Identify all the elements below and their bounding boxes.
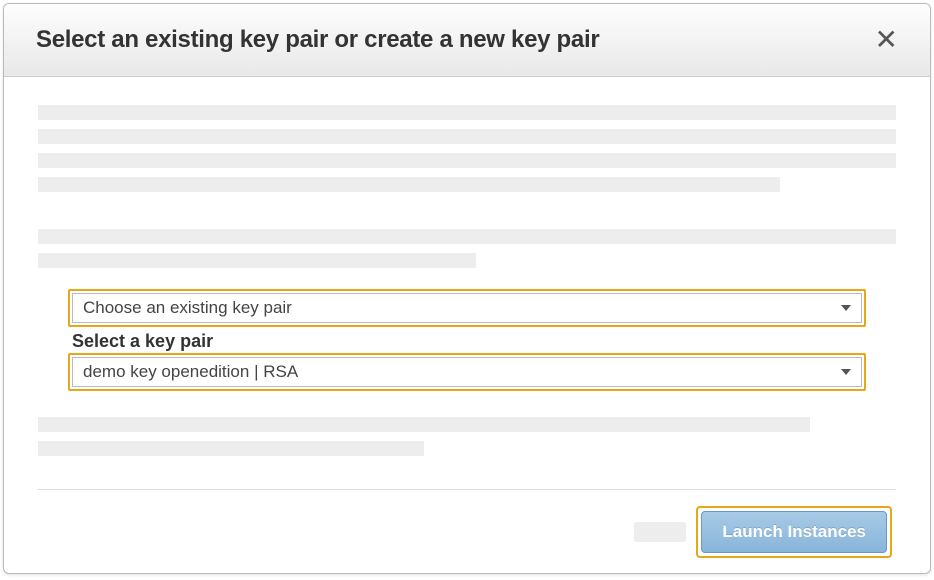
divider bbox=[38, 489, 896, 490]
placeholder-line bbox=[38, 129, 896, 144]
chevron-down-icon bbox=[841, 369, 851, 375]
launch-button-highlight: Launch Instances bbox=[696, 506, 892, 558]
keypair-select-dropdown[interactable]: demo key openedition | RSA bbox=[72, 357, 862, 387]
keypair-modal: Select an existing key pair or create a … bbox=[3, 3, 931, 574]
close-icon[interactable]: ✕ bbox=[871, 26, 902, 54]
launch-instances-button[interactable]: Launch Instances bbox=[701, 511, 887, 553]
modal-body: Choose an existing key pair Select a key… bbox=[4, 77, 930, 574]
keypair-select-highlight: demo key openedition | RSA bbox=[68, 353, 866, 391]
placeholder-line bbox=[38, 153, 896, 168]
placeholder-line bbox=[38, 253, 476, 268]
modal-title: Select an existing key pair or create a … bbox=[36, 26, 599, 54]
modal-header: Select an existing key pair or create a … bbox=[4, 4, 930, 77]
keypair-option-value: Choose an existing key pair bbox=[83, 298, 292, 318]
keypair-option-highlight: Choose an existing key pair bbox=[68, 289, 866, 327]
placeholder-line bbox=[38, 105, 896, 120]
placeholder-line bbox=[38, 177, 780, 192]
placeholder-line bbox=[38, 441, 424, 456]
select-keypair-label: Select a key pair bbox=[68, 329, 866, 353]
placeholder-line bbox=[38, 417, 810, 432]
keypair-select-value: demo key openedition | RSA bbox=[83, 362, 298, 382]
placeholder-line bbox=[38, 229, 896, 244]
chevron-down-icon bbox=[841, 305, 851, 311]
keypair-option-dropdown[interactable]: Choose an existing key pair bbox=[72, 293, 862, 323]
modal-footer: Launch Instances bbox=[38, 506, 896, 558]
placeholder-button bbox=[634, 522, 686, 542]
